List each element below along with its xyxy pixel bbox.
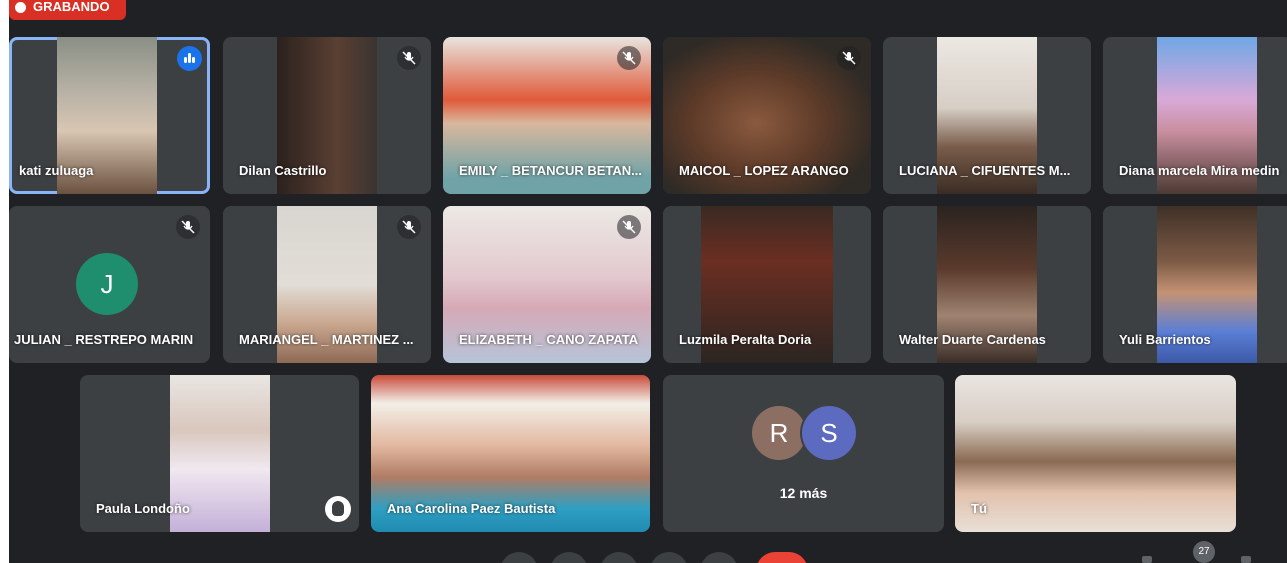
participant-name: Ana Carolina Paez Bautista bbox=[387, 501, 556, 516]
participant-name: JULIAN _ RESTREPO MARIN bbox=[14, 332, 194, 347]
participant-name: Luzmila Peralta Doria bbox=[679, 332, 812, 347]
participant-tile[interactable]: Luzmila Peralta Doria bbox=[663, 206, 871, 363]
participant-name: Paula Londoño bbox=[96, 501, 190, 516]
present-button[interactable] bbox=[650, 552, 688, 563]
participant-tile[interactable]: LUCIANA _ CIFUENTES M... bbox=[883, 37, 1091, 194]
participant-name: MAICOL _ LOPEZ ARANGO bbox=[679, 163, 849, 178]
participant-tile[interactable]: EMILY _ BETANCUR BETAN... bbox=[443, 37, 651, 194]
recording-indicator: GRABANDO bbox=[9, 0, 126, 20]
video-feed bbox=[955, 375, 1236, 532]
mic-muted-icon bbox=[397, 215, 421, 239]
participant-tile[interactable]: J JULIAN _ RESTREPO MARIN bbox=[9, 206, 210, 363]
record-dot-icon bbox=[15, 2, 26, 13]
participant-name: Dilan Castrillo bbox=[239, 163, 327, 178]
participant-tile[interactable]: MAICOL _ LOPEZ ARANGO bbox=[663, 37, 871, 194]
participant-name: Diana marcela Mira medin bbox=[1119, 163, 1280, 178]
speaking-indicator-icon bbox=[177, 46, 202, 71]
participant-tile[interactable]: Ana Carolina Paez Bautista bbox=[371, 375, 650, 532]
participant-name: Walter Duarte Cardenas bbox=[899, 332, 1046, 347]
participant-tile[interactable]: Yuli Barrientos bbox=[1103, 206, 1287, 363]
participant-tile[interactable]: MARIANGEL _ MARTINEZ ... bbox=[223, 206, 431, 363]
participant-name: ELIZABETH _ CANO ZAPATA bbox=[459, 332, 639, 347]
meeting-stage: GRABANDO kati zuluaga Dilan Castrillo EM… bbox=[9, 0, 1287, 563]
more-participants-tile[interactable]: R S 12 más bbox=[663, 375, 944, 532]
participant-name: EMILY _ BETANCUR BETAN... bbox=[459, 163, 642, 178]
mic-muted-icon bbox=[617, 215, 641, 239]
hang-up-button[interactable] bbox=[756, 552, 808, 563]
participant-name: Tú bbox=[971, 501, 987, 516]
participants-count-badge: 27 bbox=[1193, 541, 1215, 563]
participant-tile[interactable]: ELIZABETH _ CANO ZAPATA bbox=[443, 206, 651, 363]
more-options-button[interactable] bbox=[700, 552, 738, 563]
more-participants-label: 12 más bbox=[779, 485, 828, 501]
participant-tile[interactable]: kati zuluaga bbox=[9, 37, 210, 194]
recording-label: GRABANDO bbox=[33, 0, 110, 14]
pin-icon[interactable] bbox=[325, 496, 351, 522]
participant-tile[interactable]: Dilan Castrillo bbox=[223, 37, 431, 194]
participant-name: Yuli Barrientos bbox=[1119, 332, 1211, 347]
camera-button[interactable] bbox=[550, 552, 588, 563]
participant-avatar: S bbox=[802, 406, 856, 460]
participant-name: LUCIANA _ CIFUENTES M... bbox=[899, 163, 1071, 178]
participant-avatar: R bbox=[752, 406, 806, 460]
participant-avatar: J bbox=[76, 253, 138, 315]
participant-tile[interactable]: Walter Duarte Cardenas bbox=[883, 206, 1091, 363]
mic-muted-icon bbox=[837, 46, 861, 70]
chat-icon[interactable] bbox=[1241, 556, 1251, 563]
self-view-tile[interactable]: Tú bbox=[955, 375, 1236, 532]
participant-name: MARIANGEL _ MARTINEZ ... bbox=[239, 332, 414, 347]
captions-button[interactable] bbox=[600, 552, 638, 563]
mic-muted-icon bbox=[397, 46, 421, 70]
mic-muted-icon bbox=[617, 46, 641, 70]
participant-name: kati zuluaga bbox=[19, 163, 94, 178]
info-icon[interactable] bbox=[1142, 556, 1152, 563]
participant-tile[interactable]: Diana marcela Mira medin bbox=[1103, 37, 1287, 194]
mic-muted-icon bbox=[176, 215, 200, 239]
mic-button[interactable] bbox=[500, 552, 538, 563]
participant-tile[interactable]: Paula Londoño bbox=[80, 375, 359, 532]
